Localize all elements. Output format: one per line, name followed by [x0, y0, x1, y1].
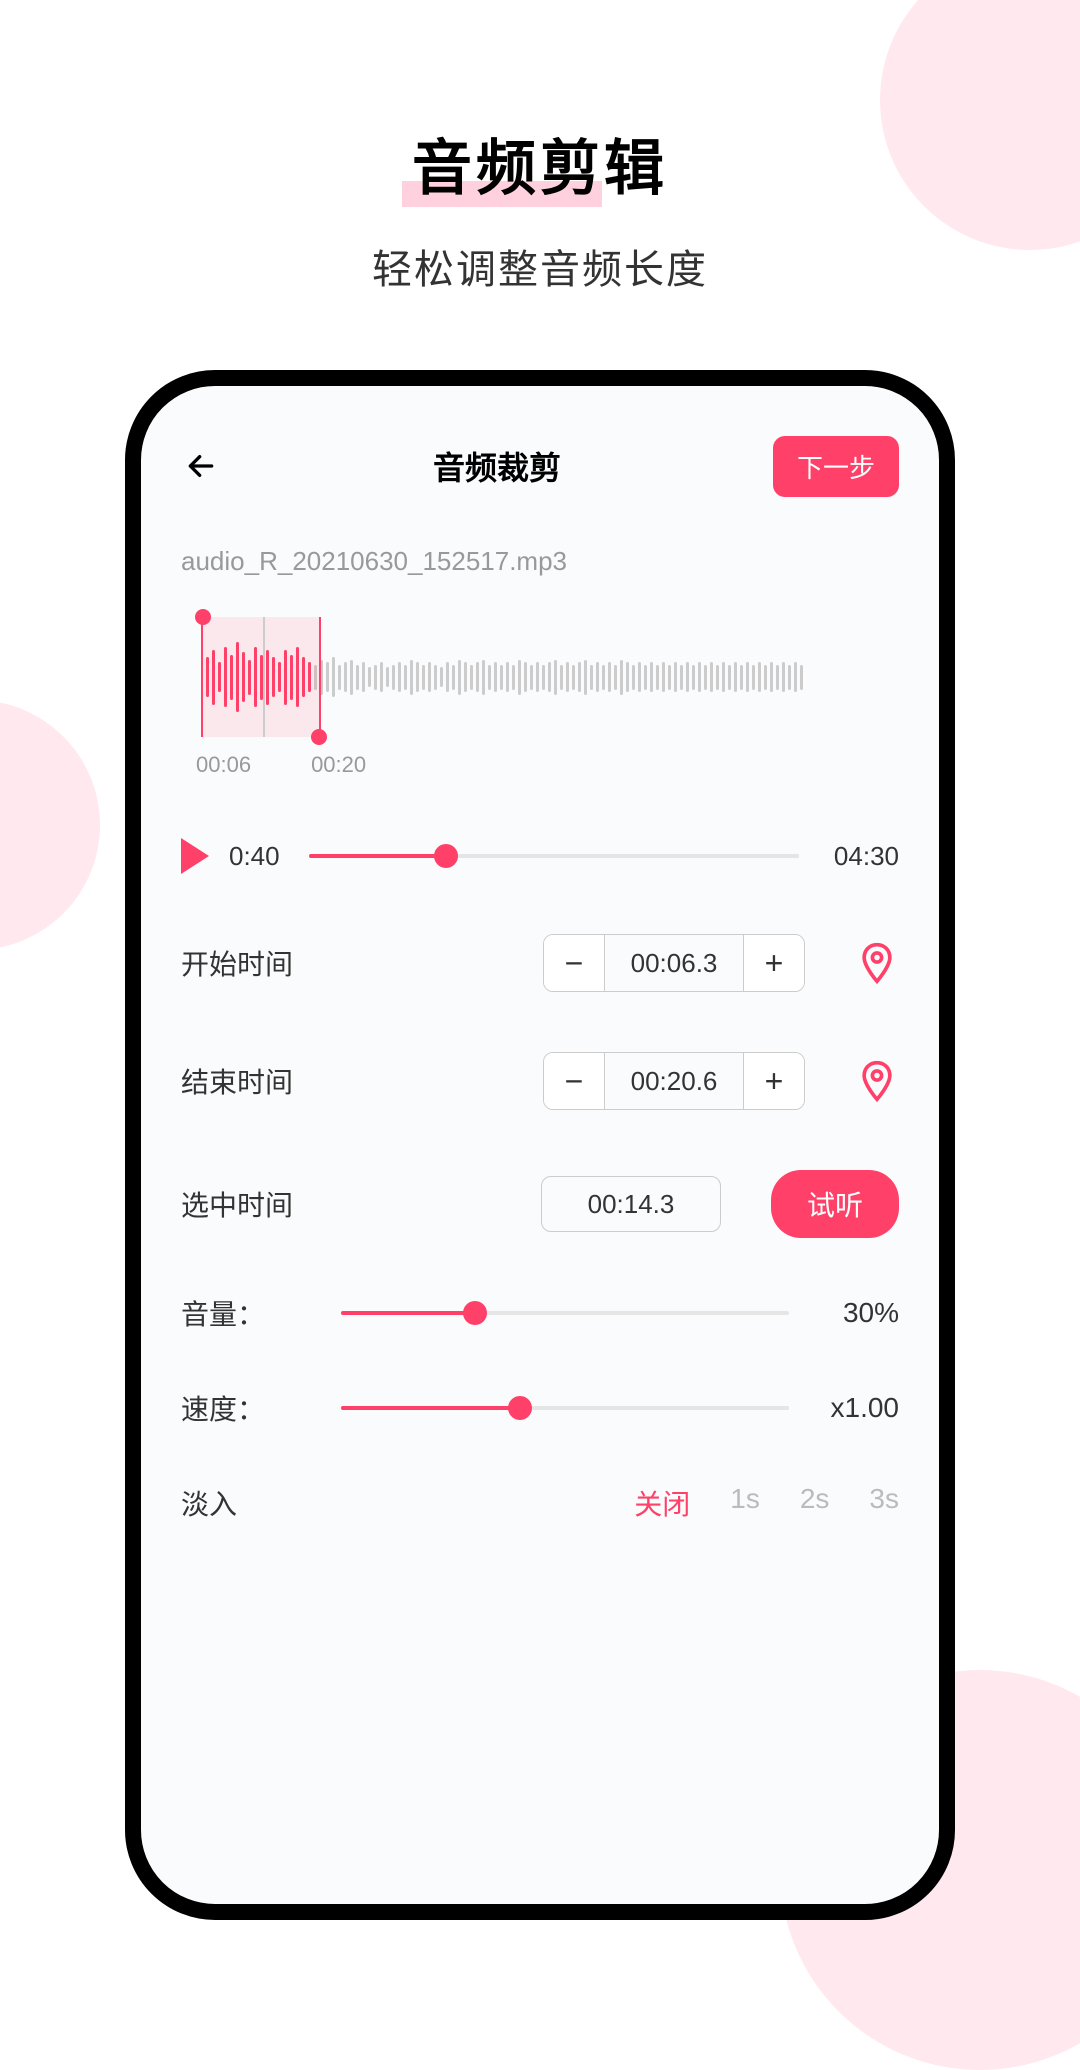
- fade-in-option-3s[interactable]: 3s: [869, 1483, 899, 1523]
- start-time-stepper: − 00:06.3 +: [543, 934, 805, 992]
- volume-slider-fill: [341, 1311, 475, 1315]
- start-time-plus-button[interactable]: +: [744, 935, 804, 991]
- back-button[interactable]: [181, 446, 221, 486]
- end-time-pin-icon[interactable]: [855, 1059, 899, 1103]
- selection-start-handle[interactable]: [195, 609, 211, 625]
- speed-slider[interactable]: [341, 1406, 789, 1410]
- fade-in-option-off[interactable]: 关闭: [634, 1483, 690, 1523]
- volume-label: 音量：: [181, 1293, 321, 1333]
- fade-in-option-2s[interactable]: 2s: [800, 1483, 830, 1523]
- promo-title: 音频剪辑: [412, 120, 668, 207]
- selection-end-time: 00:20: [311, 752, 366, 778]
- next-button[interactable]: 下一步: [773, 436, 899, 497]
- speed-slider-fill: [341, 1406, 520, 1410]
- selection-end-handle[interactable]: [311, 729, 327, 745]
- speed-slider-thumb[interactable]: [508, 1396, 532, 1420]
- selection-start-time: 00:06: [196, 752, 251, 778]
- player-progress-thumb[interactable]: [434, 844, 458, 868]
- fade-in-label: 淡入: [181, 1483, 321, 1523]
- end-time-label: 结束时间: [181, 1061, 321, 1101]
- phone-mockup: 音频裁剪 下一步 audio_R_20210630_152517.mp3 00:…: [125, 370, 955, 1920]
- promo-subtitle: 轻松调整音频长度: [0, 237, 1080, 295]
- player-progress-fill: [309, 854, 446, 858]
- speed-value: x1.00: [809, 1392, 899, 1424]
- background-decoration: [0, 700, 100, 950]
- end-time-minus-button[interactable]: −: [544, 1053, 604, 1109]
- volume-value: 30%: [809, 1297, 899, 1329]
- end-time-stepper: − 00:20.6 +: [543, 1052, 805, 1110]
- waveform[interactable]: [181, 617, 899, 737]
- player-total-time: 04:30: [819, 841, 899, 872]
- volume-slider[interactable]: [341, 1311, 789, 1315]
- player-progress[interactable]: [309, 854, 799, 858]
- waveform-selection[interactable]: [201, 617, 321, 737]
- player-current-time: 0:40: [229, 841, 289, 872]
- play-button[interactable]: [181, 838, 209, 874]
- fade-in-option-1s[interactable]: 1s: [730, 1483, 760, 1523]
- arrow-left-icon: [185, 450, 217, 482]
- selected-time-label: 选中时间: [181, 1184, 321, 1224]
- start-time-minus-button[interactable]: −: [544, 935, 604, 991]
- selected-time-value: 00:14.3: [541, 1176, 721, 1232]
- start-time-label: 开始时间: [181, 943, 321, 983]
- fade-in-options: 关闭 1s 2s 3s: [634, 1483, 899, 1523]
- filename-label: audio_R_20210630_152517.mp3: [181, 546, 899, 577]
- speed-label: 速度：: [181, 1388, 321, 1428]
- start-time-pin-icon[interactable]: [855, 941, 899, 985]
- start-time-value: 00:06.3: [604, 935, 744, 991]
- preview-button[interactable]: 试听: [771, 1170, 899, 1238]
- end-time-value: 00:20.6: [604, 1053, 744, 1109]
- page-title: 音频裁剪: [433, 443, 561, 489]
- end-time-plus-button[interactable]: +: [744, 1053, 804, 1109]
- playhead: [263, 617, 265, 737]
- volume-slider-thumb[interactable]: [463, 1301, 487, 1325]
